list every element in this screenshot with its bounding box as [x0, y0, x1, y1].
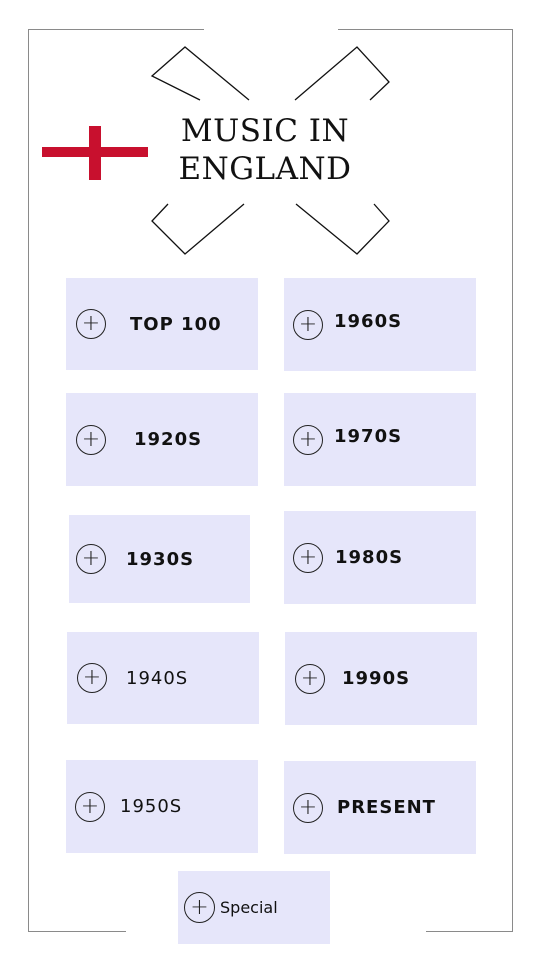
tile-label: TOP 100 [130, 313, 222, 335]
plus-circle-icon: + [293, 424, 323, 455]
plus-circle-icon: + [293, 542, 323, 573]
tile-label: 1980S [335, 547, 404, 568]
tile-present[interactable]: + PRESENT [284, 761, 476, 854]
tile-1980s[interactable]: + 1980S [284, 511, 476, 604]
tile-1940s[interactable]: + 1940S [67, 632, 259, 724]
page-title: MUSIC IN ENGLAND [150, 112, 380, 188]
plus-circle-icon: + [293, 792, 323, 823]
tile-label: 1990S [342, 668, 411, 689]
tile-1990s[interactable]: + 1990S [285, 632, 477, 725]
plus-circle-icon: + [76, 309, 106, 339]
tile-1920s[interactable]: + 1920S [66, 393, 258, 486]
frame-bottom-left [28, 931, 126, 932]
plus-circle-icon: + [76, 424, 106, 455]
st-george-cross-icon [42, 126, 148, 180]
plus-circle-icon: + [184, 892, 215, 923]
plus-circle-icon: + [295, 663, 325, 694]
tile-1930s[interactable]: + 1930S [69, 515, 250, 603]
page-title-line-2: ENGLAND [178, 151, 352, 187]
page-title-line-1: MUSIC IN [180, 113, 350, 149]
tile-top-100[interactable]: + TOP 100 [66, 278, 258, 370]
tile-1960s[interactable]: + 1960S [284, 278, 476, 371]
tile-label: 1950S [120, 796, 183, 817]
tile-label: 1930S [126, 548, 195, 570]
tile-label: PRESENT [337, 797, 436, 818]
plus-circle-icon: + [75, 791, 105, 822]
plus-circle-icon: + [293, 309, 323, 340]
tile-special[interactable]: + Special [178, 871, 330, 944]
tile-label: 1960S [334, 311, 403, 332]
tile-1950s[interactable]: + 1950S [66, 760, 258, 853]
tile-label: 1940S [126, 667, 189, 689]
tile-label: Special [220, 898, 278, 917]
plus-circle-icon: + [77, 663, 107, 693]
tile-label: 1970S [334, 426, 403, 447]
plus-circle-icon: + [76, 544, 106, 574]
tile-label: 1920S [134, 429, 203, 450]
tile-1970s[interactable]: + 1970S [284, 393, 476, 486]
frame-bottom-right [426, 931, 513, 932]
